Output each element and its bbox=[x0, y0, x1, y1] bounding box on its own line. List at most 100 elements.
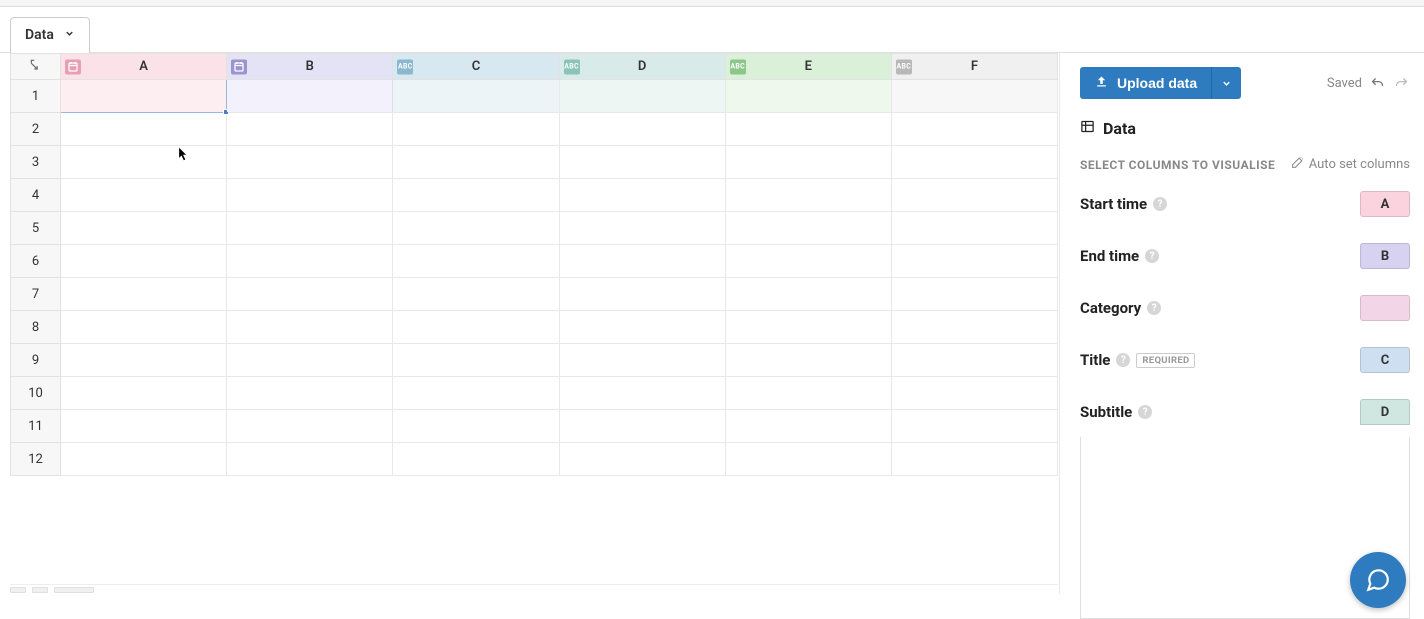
row-header[interactable]: 6 bbox=[11, 245, 61, 278]
cell[interactable] bbox=[61, 113, 227, 146]
cell[interactable] bbox=[725, 212, 891, 245]
cell[interactable] bbox=[393, 344, 559, 377]
cell[interactable] bbox=[393, 311, 559, 344]
select-all-corner[interactable] bbox=[11, 54, 61, 80]
column-header-c[interactable]: ABCC bbox=[393, 54, 559, 80]
row-header[interactable]: 1 bbox=[11, 80, 61, 113]
column-header-f[interactable]: ABCF bbox=[891, 54, 1057, 80]
column-header-e[interactable]: ABCE bbox=[725, 54, 891, 80]
cell[interactable] bbox=[559, 146, 725, 179]
cell[interactable] bbox=[891, 344, 1057, 377]
auto-set-columns-button[interactable]: Auto set columns bbox=[1291, 156, 1410, 173]
cell[interactable] bbox=[725, 80, 891, 113]
cell[interactable] bbox=[725, 245, 891, 278]
cell[interactable] bbox=[891, 278, 1057, 311]
cell[interactable] bbox=[61, 179, 227, 212]
spreadsheet-area[interactable]: ABABCCABCDABCEABCF 123456789101112 bbox=[0, 53, 1060, 594]
cell[interactable] bbox=[559, 212, 725, 245]
row-header[interactable]: 3 bbox=[11, 146, 61, 179]
cell[interactable] bbox=[227, 113, 393, 146]
cell[interactable] bbox=[61, 212, 227, 245]
cell[interactable] bbox=[725, 377, 891, 410]
row-header[interactable]: 12 bbox=[11, 443, 61, 476]
cell[interactable] bbox=[61, 377, 227, 410]
cell[interactable] bbox=[393, 146, 559, 179]
cell[interactable] bbox=[61, 80, 227, 113]
cell[interactable] bbox=[61, 278, 227, 311]
help-icon[interactable]: ? bbox=[1147, 301, 1161, 315]
row-header[interactable]: 7 bbox=[11, 278, 61, 311]
row-header[interactable]: 4 bbox=[11, 179, 61, 212]
column-header-a[interactable]: A bbox=[61, 54, 227, 80]
cell[interactable] bbox=[393, 212, 559, 245]
cell[interactable] bbox=[559, 443, 725, 476]
cell[interactable] bbox=[227, 344, 393, 377]
cell[interactable] bbox=[393, 80, 559, 113]
column-selector[interactable]: C bbox=[1360, 347, 1410, 373]
row-header[interactable]: 5 bbox=[11, 212, 61, 245]
cell[interactable] bbox=[559, 311, 725, 344]
cell[interactable] bbox=[227, 443, 393, 476]
cell[interactable] bbox=[559, 344, 725, 377]
cell[interactable] bbox=[227, 146, 393, 179]
help-icon[interactable]: ? bbox=[1153, 197, 1167, 211]
cell[interactable] bbox=[725, 179, 891, 212]
cell[interactable] bbox=[725, 278, 891, 311]
cell[interactable] bbox=[891, 245, 1057, 278]
cell[interactable] bbox=[227, 278, 393, 311]
column-selector[interactable]: B bbox=[1360, 243, 1410, 269]
cell[interactable] bbox=[61, 344, 227, 377]
cell[interactable] bbox=[393, 410, 559, 443]
row-header[interactable]: 2 bbox=[11, 113, 61, 146]
cell[interactable] bbox=[393, 377, 559, 410]
upload-dropdown-toggle[interactable] bbox=[1211, 67, 1241, 99]
cell[interactable] bbox=[891, 443, 1057, 476]
column-header-b[interactable]: B bbox=[227, 54, 393, 80]
row-header[interactable]: 11 bbox=[11, 410, 61, 443]
row-header[interactable]: 8 bbox=[11, 311, 61, 344]
column-selector[interactable] bbox=[1360, 295, 1410, 321]
row-header[interactable]: 10 bbox=[11, 377, 61, 410]
cell[interactable] bbox=[891, 410, 1057, 443]
cell[interactable] bbox=[891, 146, 1057, 179]
cell[interactable] bbox=[393, 113, 559, 146]
cell[interactable] bbox=[61, 443, 227, 476]
cell[interactable] bbox=[559, 278, 725, 311]
column-header-d[interactable]: ABCD bbox=[559, 54, 725, 80]
cell[interactable] bbox=[393, 245, 559, 278]
column-selector[interactable]: D bbox=[1360, 399, 1410, 425]
cell[interactable] bbox=[61, 245, 227, 278]
cell[interactable] bbox=[227, 311, 393, 344]
cell[interactable] bbox=[393, 278, 559, 311]
cell[interactable] bbox=[559, 179, 725, 212]
cell[interactable] bbox=[891, 113, 1057, 146]
help-fab-button[interactable] bbox=[1350, 552, 1406, 608]
cell[interactable] bbox=[725, 146, 891, 179]
cell[interactable] bbox=[393, 443, 559, 476]
cell[interactable] bbox=[61, 311, 227, 344]
cell[interactable] bbox=[393, 179, 559, 212]
cell[interactable] bbox=[227, 80, 393, 113]
pager-control[interactable] bbox=[10, 587, 26, 593]
cell[interactable] bbox=[227, 410, 393, 443]
cell[interactable] bbox=[227, 377, 393, 410]
cell[interactable] bbox=[891, 311, 1057, 344]
data-tab[interactable]: Data bbox=[10, 17, 90, 53]
cell[interactable] bbox=[227, 212, 393, 245]
help-icon[interactable]: ? bbox=[1145, 249, 1159, 263]
spreadsheet[interactable]: ABABCCABCDABCEABCF 123456789101112 bbox=[10, 53, 1058, 476]
cell[interactable] bbox=[559, 377, 725, 410]
pager-control[interactable] bbox=[54, 587, 94, 593]
row-header[interactable]: 9 bbox=[11, 344, 61, 377]
cell[interactable] bbox=[559, 410, 725, 443]
cell[interactable] bbox=[891, 179, 1057, 212]
cell[interactable] bbox=[891, 212, 1057, 245]
pager-control[interactable] bbox=[32, 587, 48, 593]
help-icon[interactable]: ? bbox=[1116, 353, 1130, 367]
redo-button[interactable] bbox=[1392, 74, 1410, 92]
cell[interactable] bbox=[891, 377, 1057, 410]
cell[interactable] bbox=[891, 80, 1057, 113]
upload-data-button[interactable]: Upload data bbox=[1080, 67, 1211, 99]
undo-button[interactable] bbox=[1368, 74, 1386, 92]
cell[interactable] bbox=[227, 245, 393, 278]
